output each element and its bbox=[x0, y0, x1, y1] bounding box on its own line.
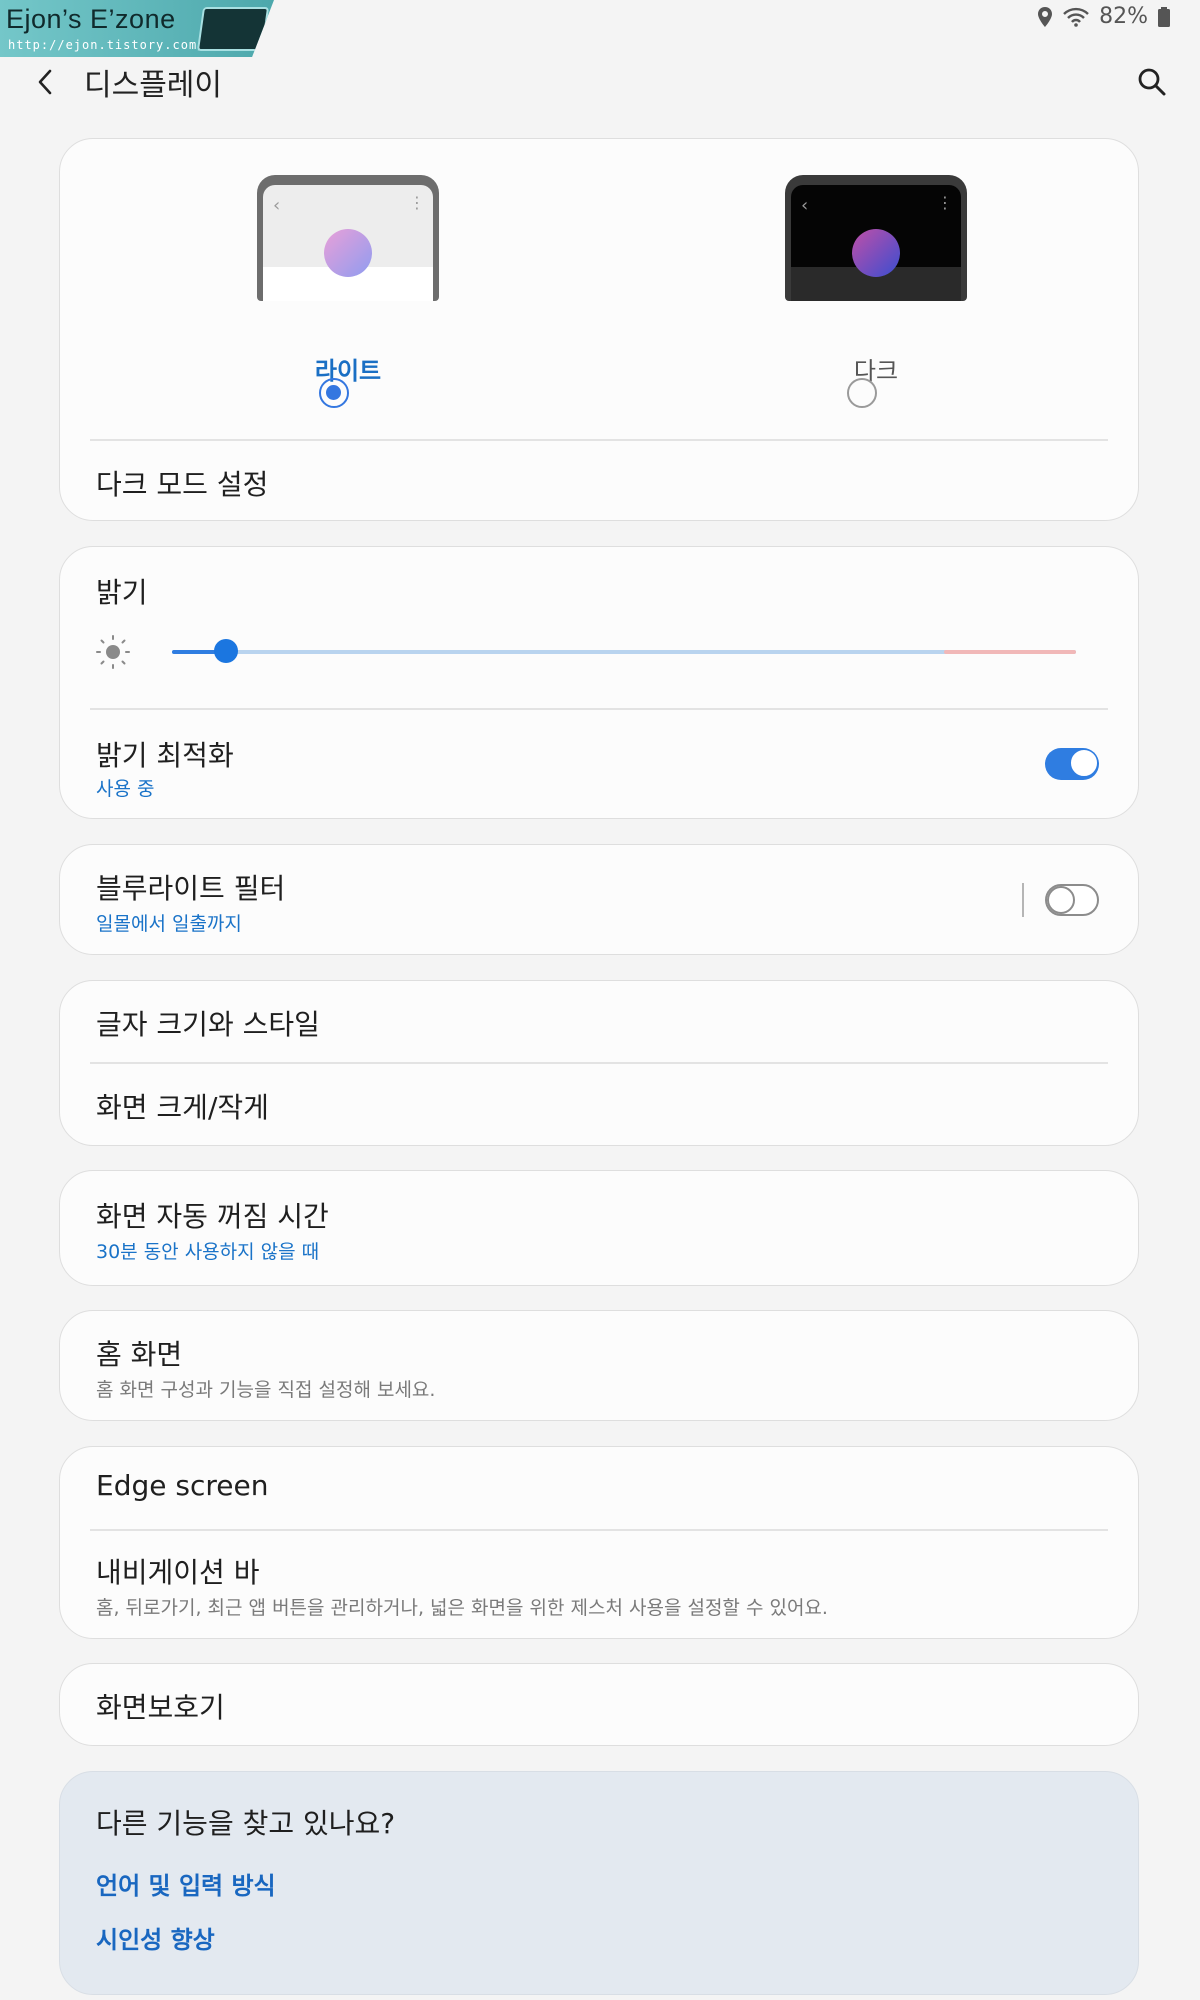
navigation-bar-description: 홈, 뒤로가기, 최근 앱 버튼을 관리하거나, 넓은 화면을 위한 제스처 사… bbox=[96, 1597, 828, 1619]
edge-screen-row[interactable]: Edge screen bbox=[60, 1447, 1138, 1529]
chevron-left-icon: ‹ bbox=[273, 195, 281, 216]
language-input-link[interactable]: 언어 및 입력 방식 bbox=[96, 1866, 276, 1901]
screen-timeout-value: 30분 동안 사용하지 않을 때 bbox=[96, 1241, 320, 1263]
font-size-style-label: 글자 크기와 스타일 bbox=[96, 1008, 320, 1041]
dark-mode-settings-row[interactable]: 다크 모드 설정 bbox=[60, 441, 1138, 520]
dark-theme-radio[interactable] bbox=[847, 378, 877, 408]
adaptive-brightness-title: 밝기 최적화 bbox=[96, 739, 234, 772]
screensaver-label: 화면보호기 bbox=[96, 1691, 225, 1724]
light-theme-label: 라이트 bbox=[314, 357, 382, 385]
font-zoom-card: 글자 크기와 스타일 화면 크게/작게 bbox=[59, 980, 1139, 1146]
blue-light-schedule: 일몰에서 일출까지 bbox=[96, 913, 242, 935]
more-vert-icon: ⋮ bbox=[937, 193, 953, 212]
brightness-track bbox=[172, 650, 1076, 654]
search-button[interactable] bbox=[1132, 62, 1172, 102]
home-screen-title: 홈 화면 bbox=[96, 1338, 183, 1371]
screen-timeout-card[interactable]: 화면 자동 꺼짐 시간 30분 동안 사용하지 않을 때 bbox=[59, 1170, 1139, 1286]
edge-nav-card: Edge screen 내비게이션 바 홈, 뒤로가기, 최근 앱 버튼을 관리… bbox=[59, 1446, 1139, 1639]
toggle-separator bbox=[1022, 883, 1024, 917]
wifi-icon bbox=[1063, 7, 1089, 27]
home-screen-card[interactable]: 홈 화면 홈 화면 구성과 기능을 직접 설정해 보세요. bbox=[59, 1310, 1139, 1421]
brightness-card: 밝기 밝기 최적화 사용 중 bbox=[59, 546, 1139, 819]
theme-card: ‹ ⋮ 라이트 ‹ ⋮ 다크 다크 모드 설정 bbox=[59, 138, 1139, 521]
home-screen-description: 홈 화면 구성과 기능을 직접 설정해 보세요. bbox=[96, 1379, 436, 1401]
dark-theme-label: 다크 bbox=[853, 357, 899, 385]
font-size-style-row[interactable]: 글자 크기와 스타일 bbox=[60, 981, 1138, 1062]
chevron-left-icon: ‹ bbox=[801, 195, 809, 216]
light-theme-preview: ‹ ⋮ bbox=[257, 175, 439, 301]
brightness-label: 밝기 bbox=[96, 576, 148, 609]
brightness-sun-icon bbox=[96, 635, 130, 669]
looking-for-card: 다른 기능을 찾고 있나요? 언어 및 입력 방식 시인성 향상 bbox=[59, 1771, 1139, 1995]
adaptive-brightness-status: 사용 중 bbox=[96, 778, 155, 800]
adaptive-brightness-toggle[interactable] bbox=[1045, 748, 1099, 780]
status-bar: Ejon’s E’zone http://ejon.tistory.com/ 8… bbox=[0, 0, 1200, 57]
navigation-bar-title: 내비게이션 바 bbox=[96, 1556, 260, 1589]
battery-percent: 82% bbox=[1099, 4, 1148, 29]
light-theme-option[interactable]: ‹ ⋮ 라이트 bbox=[235, 175, 465, 385]
visibility-enhancements-link[interactable]: 시인성 향상 bbox=[96, 1920, 215, 1955]
looking-for-title: 다른 기능을 찾고 있나요? bbox=[96, 1807, 396, 1840]
screen-timeout-title: 화면 자동 꺼짐 시간 bbox=[96, 1200, 329, 1233]
screensaver-card[interactable]: 화면보호기 bbox=[59, 1663, 1139, 1746]
dark-mode-settings-label: 다크 모드 설정 bbox=[96, 468, 269, 501]
dark-theme-option[interactable]: ‹ ⋮ 다크 bbox=[763, 175, 993, 385]
light-theme-radio[interactable] bbox=[319, 378, 349, 408]
blue-light-card[interactable]: 블루라이트 필터 일몰에서 일출까지 bbox=[59, 844, 1139, 955]
search-icon bbox=[1138, 68, 1166, 96]
blue-light-title: 블루라이트 필터 bbox=[96, 872, 286, 905]
watermark-title: Ejon’s E’zone bbox=[6, 4, 176, 34]
location-icon bbox=[1038, 6, 1053, 27]
screen-zoom-label: 화면 크게/작게 bbox=[96, 1091, 269, 1124]
brightness-thumb[interactable] bbox=[214, 639, 239, 663]
page-title: 디스플레이 bbox=[84, 68, 222, 103]
edge-screen-label: Edge screen bbox=[96, 1469, 269, 1502]
adaptive-brightness-row[interactable]: 밝기 최적화 사용 중 bbox=[60, 710, 1138, 818]
back-button[interactable] bbox=[26, 62, 66, 102]
blue-light-toggle[interactable] bbox=[1045, 884, 1099, 916]
theme-circle-graphic bbox=[324, 229, 372, 277]
brightness-slider[interactable] bbox=[172, 639, 1076, 663]
screen-zoom-row[interactable]: 화면 크게/작게 bbox=[60, 1064, 1138, 1145]
more-vert-icon: ⋮ bbox=[409, 193, 425, 212]
theme-circle-graphic bbox=[852, 229, 900, 277]
app-bar: 디스플레이 bbox=[0, 48, 1200, 110]
navigation-bar-row[interactable]: 내비게이션 바 홈, 뒤로가기, 최근 앱 버튼을 관리하거나, 넓은 화면을 … bbox=[60, 1531, 1138, 1638]
watermark-screen-graphic bbox=[196, 7, 270, 51]
brightness-high-zone bbox=[944, 650, 1076, 654]
chevron-left-icon bbox=[38, 69, 52, 95]
battery-icon bbox=[1158, 6, 1170, 27]
dark-theme-preview: ‹ ⋮ bbox=[785, 175, 967, 301]
